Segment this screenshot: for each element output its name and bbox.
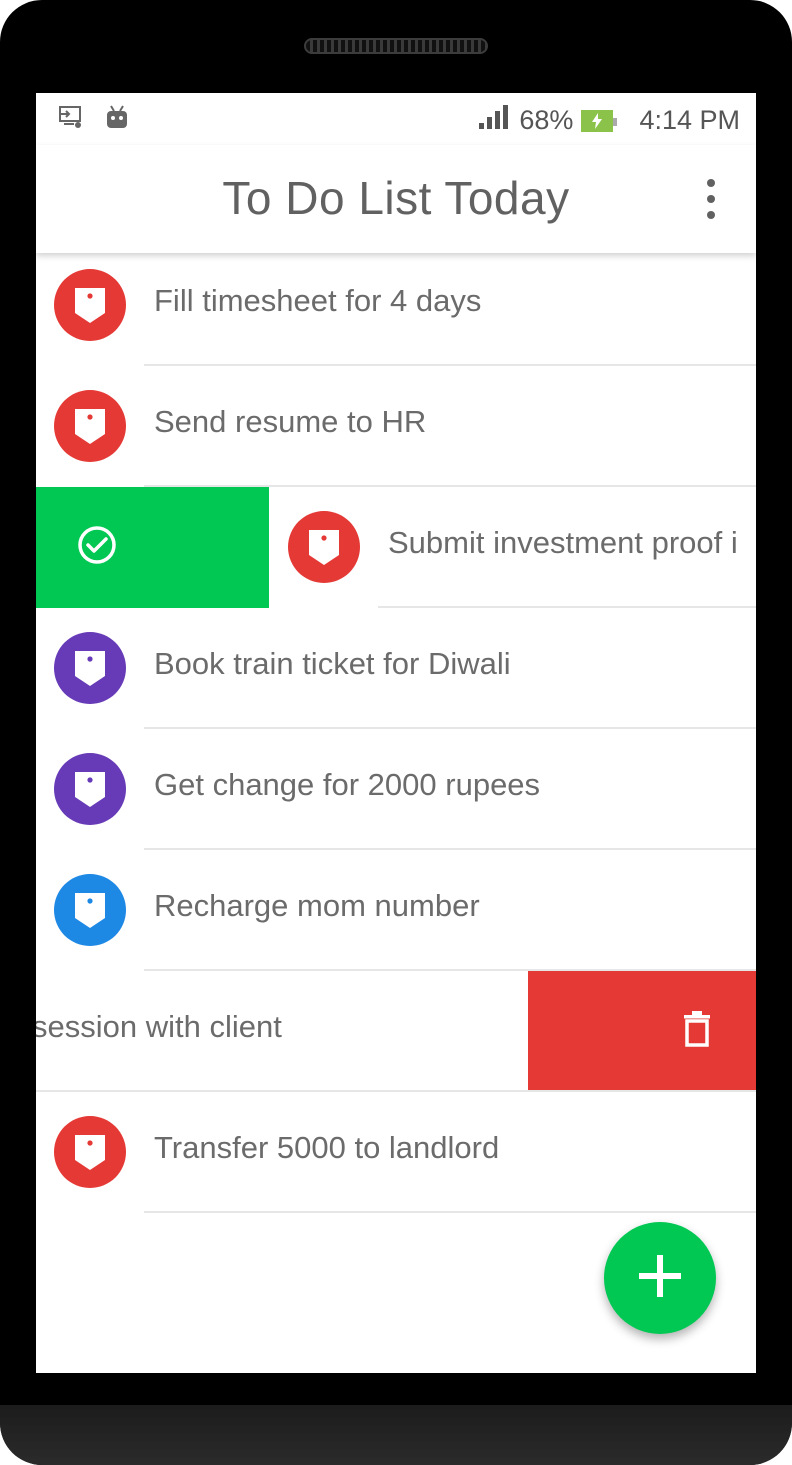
task-list: Fill timesheet for 4 days Send resume to… xyxy=(36,245,756,1213)
tag-icon xyxy=(54,1116,126,1188)
app-bar: To Do List Today xyxy=(36,145,756,253)
cast-icon xyxy=(58,104,84,135)
check-circle-icon xyxy=(76,524,118,571)
overflow-menu-icon[interactable] xyxy=(696,179,726,219)
list-item[interactable]: Fill timesheet for 4 days xyxy=(36,245,756,366)
task-text: Submit investment proof i xyxy=(388,525,738,560)
list-item[interactable]: Get change for 2000 rupees xyxy=(36,729,756,850)
battery-percent: 68% xyxy=(519,105,574,135)
tag-icon xyxy=(54,632,126,704)
phone-bottom-bezel xyxy=(0,1405,792,1465)
task-text: Book train ticket for Diwali xyxy=(154,646,511,681)
battery-charging-icon xyxy=(581,109,618,132)
delete-action[interactable] xyxy=(528,971,756,1092)
task-text: Recharge mom number xyxy=(154,888,480,923)
list-item[interactable]: Recharge mom number xyxy=(36,850,756,971)
list-item[interactable]: Book train ticket for Diwali xyxy=(36,608,756,729)
phone-frame: 68% 4:14 PM To Do List Today Fill timesh… xyxy=(0,0,792,1465)
android-icon xyxy=(104,103,130,136)
signal-icon xyxy=(477,103,511,138)
phone-speaker xyxy=(304,38,488,54)
tag-icon xyxy=(54,390,126,462)
tag-icon xyxy=(54,269,126,341)
complete-action[interactable] xyxy=(36,487,269,608)
list-item-swiped-complete[interactable]: Submit investment proof i xyxy=(36,487,756,608)
task-text: Transfer 5000 to landlord xyxy=(154,1130,500,1165)
task-text: Fill timesheet for 4 days xyxy=(154,283,482,318)
task-text: Send resume to HR xyxy=(154,404,427,439)
page-title: To Do List Today xyxy=(222,172,570,224)
task-text: Get change for 2000 rupees xyxy=(154,767,541,802)
app-screen: 68% 4:14 PM To Do List Today Fill timesh… xyxy=(36,93,756,1373)
add-icon xyxy=(635,1251,685,1306)
divider xyxy=(144,1211,756,1213)
list-item[interactable]: Transfer 5000 to landlord xyxy=(36,1092,756,1213)
trash-icon xyxy=(682,1010,712,1053)
status-bar: 68% 4:14 PM xyxy=(36,93,756,145)
tag-icon xyxy=(54,874,126,946)
list-item-swiped-delete[interactable]: session with client xyxy=(36,971,756,1092)
list-item[interactable]: Send resume to HR xyxy=(36,366,756,487)
task-text: session with client xyxy=(36,1009,282,1044)
status-time: 4:14 PM xyxy=(639,105,740,135)
add-task-button[interactable] xyxy=(604,1222,716,1334)
tag-icon xyxy=(54,753,126,825)
tag-icon xyxy=(288,511,360,583)
